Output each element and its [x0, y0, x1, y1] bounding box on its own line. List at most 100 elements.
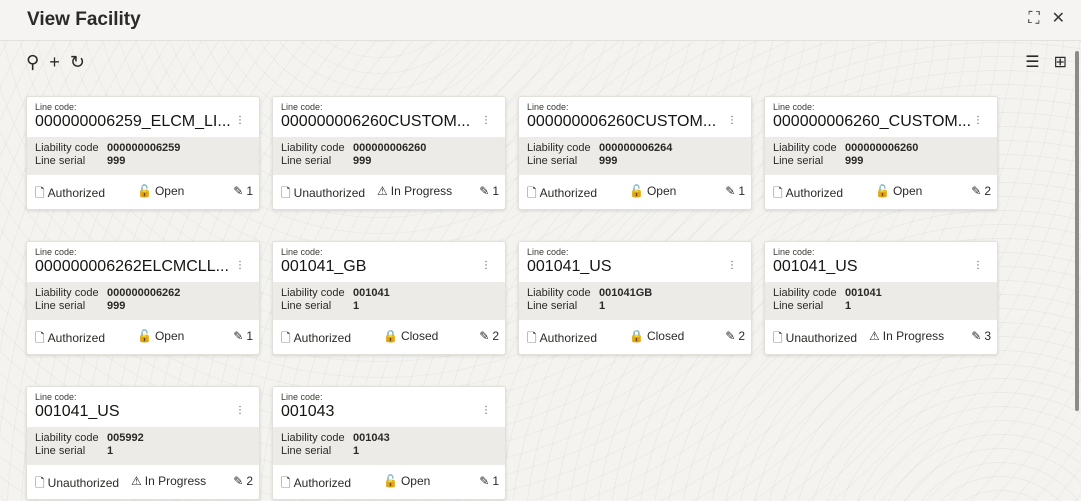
record-status: 🔓 Open	[629, 184, 677, 198]
edit-icon: ✎	[233, 474, 244, 488]
close-icon[interactable]: ✕	[1052, 11, 1065, 27]
record-status: 🔒 Closed	[629, 329, 685, 343]
record-status: 🔓 Open	[875, 184, 923, 198]
line-code-value: 001043	[281, 403, 335, 420]
auth-status: 🗋 Authorized	[527, 329, 597, 350]
more-options-icon[interactable]: ⋮	[481, 116, 491, 126]
record-status: 🔒 Closed	[383, 329, 439, 343]
line-serial-value: 1	[845, 300, 852, 312]
liability-code-label: Liability code	[35, 142, 99, 154]
line-code-label: Line code:	[281, 247, 323, 257]
facility-card[interactable]: Line code: 001041_GB ⋮ Liability code 001…	[272, 241, 506, 355]
expand-icon[interactable]: ⛶	[1028, 11, 1039, 27]
line-serial-value: 999	[107, 300, 126, 312]
liability-code-value: 001041GB	[599, 287, 653, 299]
more-options-icon[interactable]: ⋮	[481, 406, 491, 416]
modification-count: ✎ 2	[479, 329, 499, 343]
edit-icon: ✎	[233, 184, 244, 198]
warning-icon: ⚠	[131, 474, 142, 488]
line-serial-label: Line serial	[773, 300, 824, 312]
facility-card[interactable]: Line code: 000000006262ELCMCLL... ⋮ Liab…	[26, 241, 260, 355]
document-icon: 🗋	[281, 476, 291, 490]
line-code-value: 000000006260CUSTOM...	[281, 113, 471, 130]
auth-status: 🗋 Unauthorized	[281, 184, 365, 205]
line-serial-label: Line serial	[281, 445, 332, 457]
line-serial-label: Line serial	[281, 300, 332, 312]
unlock-icon: 🔓	[629, 184, 644, 198]
more-options-icon[interactable]: ⋮	[481, 261, 491, 271]
more-options-icon[interactable]: ⋮	[973, 261, 983, 271]
facility-card[interactable]: Line code: 001041_US ⋮ Liability code 001…	[518, 241, 752, 355]
liability-code-label: Liability code	[773, 287, 837, 299]
edit-icon: ✎	[725, 184, 736, 198]
facility-card[interactable]: Line code: 001043 ⋮ Liability code 001043…	[272, 386, 506, 500]
page-title: View Facility	[27, 9, 141, 30]
warning-icon: ⚠	[869, 329, 880, 343]
document-icon: 🗋	[527, 186, 537, 200]
liability-code-label: Liability code	[527, 142, 591, 154]
line-serial-value: 1	[107, 445, 114, 457]
unlock-icon: 🔓	[383, 474, 398, 488]
line-code-label: Line code:	[773, 102, 815, 112]
modification-count: ✎ 1	[479, 184, 499, 198]
facility-card[interactable]: Line code: 000000006259_ELCM_LI... ⋮ Lia…	[26, 96, 260, 210]
auth-status: 🗋 Authorized	[527, 184, 597, 205]
line-code-value: 001041_US	[773, 258, 858, 275]
refresh-icon[interactable]: ↻	[70, 53, 85, 71]
line-serial-value: 1	[353, 300, 360, 312]
liability-code-value: 000000006260	[845, 142, 919, 154]
unlock-icon: 🔓	[875, 184, 890, 198]
line-serial-label: Line serial	[35, 300, 86, 312]
facility-card[interactable]: Line code: 000000006260CUSTOM... ⋮ Liabi…	[272, 96, 506, 210]
header-actions: ⛶ ✕	[1028, 11, 1065, 27]
list-view-icon[interactable]: ☰	[1025, 52, 1039, 72]
facility-card[interactable]: Line code: 001041_US ⋮ Liability code 001…	[764, 241, 998, 355]
liability-code-value: 001041	[353, 287, 390, 299]
search-icon[interactable]: ⚲	[26, 53, 39, 71]
more-options-icon[interactable]: ⋮	[235, 261, 245, 271]
line-code-value: 001041_US	[527, 258, 612, 275]
line-code-label: Line code:	[527, 247, 569, 257]
warning-icon: ⚠	[377, 184, 388, 198]
facility-card[interactable]: Line code: 001041_US ⋮ Liability code 005…	[26, 386, 260, 500]
liability-code-label: Liability code	[281, 142, 345, 154]
auth-status: 🗋 Unauthorized	[35, 474, 119, 495]
facility-card[interactable]: Line code: 000000006260CUSTOM... ⋮ Liabi…	[518, 96, 752, 210]
liability-code-value: 000000006259	[107, 142, 181, 154]
add-icon[interactable]: +	[49, 53, 60, 71]
line-code-label: Line code:	[773, 247, 815, 257]
liability-code-value: 001041	[845, 287, 882, 299]
line-serial-value: 999	[845, 155, 864, 167]
modification-count: ✎ 3	[971, 329, 991, 343]
record-status: 🔓 Open	[137, 329, 185, 343]
line-code-label: Line code:	[35, 392, 77, 402]
facility-grid-area: ⚲ + ↻ ☰ ⊞ Line code: 000000006259_ELCM_L…	[0, 41, 1081, 501]
line-serial-value: 1	[353, 445, 360, 457]
more-options-icon[interactable]: ⋮	[727, 261, 737, 271]
line-serial-value: 999	[107, 155, 126, 167]
line-serial-label: Line serial	[773, 155, 824, 167]
line-code-label: Line code:	[35, 247, 77, 257]
record-status: ⚠ In Progress	[377, 184, 453, 198]
edit-icon: ✎	[971, 184, 982, 198]
modification-count: ✎ 1	[725, 184, 745, 198]
liability-code-value: 000000006260	[353, 142, 427, 154]
auth-status: 🗋 Authorized	[35, 329, 105, 350]
liability-code-label: Liability code	[773, 142, 837, 154]
grid-view-icon[interactable]: ⊞	[1054, 52, 1067, 72]
line-code-label: Line code:	[281, 392, 323, 402]
more-options-icon[interactable]: ⋮	[235, 116, 245, 126]
document-icon: 🗋	[527, 331, 537, 345]
scrollbar[interactable]	[1075, 51, 1079, 411]
line-code-label: Line code:	[281, 102, 323, 112]
edit-icon: ✎	[479, 329, 490, 343]
facility-card[interactable]: Line code: 000000006260_CUSTOM... ⋮ Liab…	[764, 96, 998, 210]
liability-code-value: 000000006264	[599, 142, 673, 154]
modification-count: ✎ 1	[479, 474, 499, 488]
unlock-icon: 🔓	[137, 329, 152, 343]
more-options-icon[interactable]: ⋮	[973, 116, 983, 126]
more-options-icon[interactable]: ⋮	[727, 116, 737, 126]
more-options-icon[interactable]: ⋮	[235, 406, 245, 416]
modification-count: ✎ 2	[725, 329, 745, 343]
line-code-label: Line code:	[35, 102, 77, 112]
